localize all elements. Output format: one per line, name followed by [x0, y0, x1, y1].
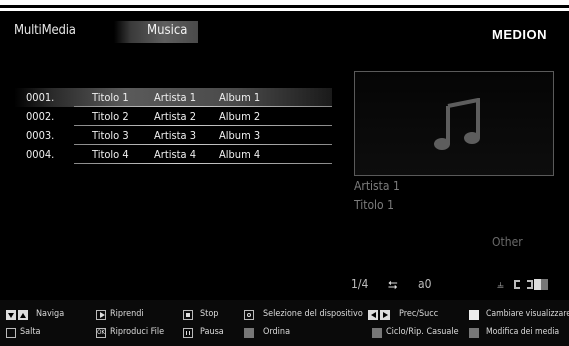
- album-art: [354, 71, 554, 176]
- device-name: a0: [418, 277, 432, 291]
- track-artist: Artista 1: [154, 91, 196, 104]
- source-key-icon: [244, 310, 254, 320]
- track-title: Titolo 1: [92, 91, 129, 104]
- track-number: 0001.: [26, 91, 55, 104]
- left-arrow-key-icon: [368, 310, 378, 320]
- play-key-icon: [96, 310, 106, 320]
- track-title: Titolo 3: [92, 129, 129, 142]
- skip-key-icon: [6, 328, 16, 338]
- pause-key-icon: [183, 328, 193, 338]
- shuffle-icon: ⫨: [497, 277, 504, 291]
- track-album: Album 4: [219, 148, 261, 161]
- brand-logo: MEDION: [492, 27, 547, 42]
- playlist-row[interactable]: 0004. Titolo 4 Artista 4 Album 4: [14, 145, 332, 164]
- playlist-row[interactable]: 0001. Titolo 1 Artista 1 Album 1: [14, 88, 332, 107]
- playlist-row[interactable]: 0003. Titolo 3 Artista 3 Album 3: [14, 126, 332, 145]
- help-stop: Stop: [200, 309, 219, 319]
- down-arrow-key-icon: [6, 310, 16, 320]
- help-bar: Naviga Salta Riprendi OK Riproduci File …: [0, 300, 569, 346]
- top-border: [0, 5, 569, 8]
- help-ordina: Ordina: [263, 327, 291, 337]
- bars-icon: [534, 279, 548, 290]
- track-artist: Artista 2: [154, 110, 196, 123]
- ok-key-icon: OK: [96, 328, 106, 338]
- track-album: Album 1: [219, 91, 261, 104]
- track-number: 0002.: [26, 110, 55, 123]
- track-album: Album 2: [219, 110, 261, 123]
- track-artist: Artista 3: [154, 129, 196, 142]
- now-playing-artist: Artista 1: [354, 179, 400, 193]
- help-riprendi: Riprendi: [110, 309, 144, 319]
- now-playing-genre: Other: [492, 235, 523, 249]
- header: MultiMedia Musica MEDION: [0, 11, 569, 53]
- gray-key-icon: [244, 328, 254, 338]
- help-ciclo: Ciclo/Rip. Casuale: [386, 327, 459, 337]
- gray-key-icon: [372, 328, 382, 338]
- now-playing-title: Titolo 1: [354, 198, 394, 212]
- help-pausa: Pausa: [200, 327, 224, 337]
- track-number: 0003.: [26, 129, 55, 142]
- usb-icon: ⮀: [388, 278, 398, 292]
- repeat-icon: [514, 280, 533, 289]
- track-count: 1/4: [351, 277, 369, 291]
- help-modifica: Modifica dei media: [486, 327, 560, 337]
- up-arrow-key-icon: [18, 310, 28, 320]
- tab-musica[interactable]: Musica: [114, 21, 198, 43]
- help-riproduci-file: Riproduci File: [110, 327, 165, 337]
- music-note-icon: [434, 98, 480, 150]
- right-arrow-key-icon: [380, 310, 390, 320]
- row-divider: [74, 163, 332, 164]
- track-album: Album 3: [219, 129, 261, 142]
- white-key-icon: [469, 310, 479, 320]
- app-title: MultiMedia: [14, 23, 76, 38]
- track-number: 0004.: [26, 148, 55, 161]
- playlist-row[interactable]: 0002. Titolo 2 Artista 2 Album 2: [14, 107, 332, 126]
- help-selezione: Selezione del dispositivo: [263, 309, 363, 319]
- stop-key-icon: [183, 310, 193, 320]
- gray-key-icon: [469, 328, 479, 338]
- playlist: 0001. Titolo 1 Artista 1 Album 1 0002. T…: [14, 88, 332, 164]
- help-prec-succ: Prec/Succ: [399, 309, 439, 319]
- help-salta: Salta: [20, 327, 41, 337]
- track-artist: Artista 4: [154, 148, 196, 161]
- track-title: Titolo 2: [92, 110, 129, 123]
- tv-screen: MultiMedia Musica MEDION 0001. Titolo 1 …: [0, 11, 569, 346]
- help-cambiare: Cambiare visualizzare: [486, 309, 569, 319]
- track-title: Titolo 4: [92, 148, 129, 161]
- help-naviga: Naviga: [36, 309, 65, 319]
- tab-label: Musica: [147, 23, 188, 38]
